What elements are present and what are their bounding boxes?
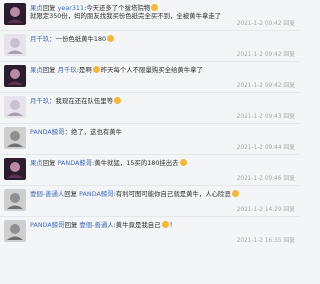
avatar-gray-icon [4, 189, 26, 211]
reply-prefix: 回复 [64, 190, 80, 198]
comment-row: 果贞回复 year311:今天还多了个拔塔院物 就限定350份，妈的朋友找我买份色… [0, 0, 300, 31]
avatar[interactable] [4, 158, 26, 180]
author-link[interactable]: 果贞 [30, 159, 43, 167]
comment-text: 果贞回复 PANDA鲸哥:黄牛就猛，15买的180挂出去 [30, 159, 296, 167]
author-link[interactable]: PANDA鲸哥 [30, 128, 65, 136]
comment-body: :黄牛竟是我自己 [113, 221, 161, 229]
comment-row: 果贞回复 PANDA鲸哥:黄牛就猛，15买的180挂出去 2021-1-2 09… [0, 155, 300, 186]
avatar[interactable] [4, 65, 26, 87]
timestamp-reply[interactable]: 2021-1-2 09:42 回复 [237, 49, 295, 58]
comment-body-cont: ！ [169, 221, 176, 229]
comment-row: 果贞回复 月千玖:是啊 昨天每个人不限量购买全给黄牛拿了 2021-1-2 09:… [0, 62, 300, 93]
timestamp-reply[interactable]: 2021-1-2 16:35 回复 [237, 235, 295, 244]
comment-body: ：一份色纸黄牛180 [49, 35, 107, 43]
comment-text: 壹個-善通人回复 PANDA鲸哥:有利可图可能你自己就是黄牛，人心险恶 [30, 190, 296, 198]
emoji-icon [107, 35, 115, 42]
timestamp-reply[interactable]: 2021-1-2 14:29 回复 [237, 204, 295, 213]
emoji-icon [114, 97, 122, 104]
comment-row: 壹個-善通人回复 PANDA鲸哥:有利可图可能你自己就是黄牛，人心险恶 2021… [0, 186, 300, 217]
timestamp-reply[interactable]: 2021-1-2 09:42 回复 [237, 80, 295, 89]
reply-to-link[interactable]: 壹個-善通人 [79, 221, 113, 229]
comment-list: 果贞回复 year311:今天还多了个拔塔院物 就限定350份，妈的朋友找我买份色… [0, 0, 300, 284]
author-link[interactable]: 果贞 [30, 4, 43, 12]
author-link[interactable]: 月千玖 [30, 97, 49, 105]
avatar[interactable] [4, 189, 26, 211]
avatar[interactable] [4, 34, 26, 56]
emoji-icon [161, 221, 169, 228]
comment-body: ：我现在还在队伍里等 [49, 97, 114, 105]
timestamp-reply[interactable]: 2021-1-2 09:44 回复 [237, 142, 295, 151]
avatar-light-icon [4, 34, 26, 56]
emoji-icon [231, 190, 239, 197]
timestamp-reply[interactable]: 2021-1-2 09:46 回复 [237, 173, 295, 182]
author-link[interactable]: 壹個-善通人 [30, 190, 64, 198]
comment-body-cont: 昨天每个人不限量购买全给黄牛拿了 [100, 66, 203, 74]
comment-text: 果贞回复 月千玖:是啊 昨天每个人不限量购买全给黄牛拿了 [30, 66, 296, 74]
comment-body-cont: 就限定350份，妈的朋友找我买份色纸完全买不到，全被黄牛拿走了 [30, 12, 222, 21]
avatar-dark-icon [4, 3, 26, 25]
reply-to-link[interactable]: 月千玖 [58, 66, 77, 74]
author-link[interactable]: 果贞 [30, 66, 43, 74]
avatar-gray-icon [4, 220, 26, 242]
comment-body: :今天还多了个拔塔院物 [84, 4, 151, 12]
comment-text: PANDA鲸哥：绝了，这也有黄牛 [30, 128, 296, 136]
reply-prefix: 回复 [64, 221, 80, 229]
comment-row: PANDA鲸哥回复 壹個-善通人:黄牛竟是我自己 ！ 2021-1-2 16:35… [0, 217, 300, 247]
avatar[interactable] [4, 220, 26, 242]
avatar-dark-icon [4, 65, 26, 87]
emoji-icon [92, 66, 100, 73]
reply-prefix: 回复 [42, 66, 58, 74]
avatar-dark-icon [4, 158, 26, 180]
avatar[interactable] [4, 96, 26, 118]
comment-text: 月千玖：我现在还在队伍里等 [30, 97, 296, 105]
avatar-gray-icon [4, 127, 26, 149]
comment-text: 月千玖：一份色纸黄牛180 [30, 35, 296, 43]
reply-prefix: 回复 [42, 4, 58, 12]
reply-to-link[interactable]: year311 [58, 4, 84, 12]
comment-row: PANDA鲸哥：绝了，这也有黄牛 2021-1-2 09:44 回复 [0, 124, 300, 155]
comment-body: :黄牛就猛，15买的180挂出去 [92, 159, 179, 167]
author-link[interactable]: PANDA鲸哥 [30, 221, 65, 229]
reply-prefix: 回复 [42, 159, 58, 167]
author-link[interactable]: 月千玖 [30, 35, 49, 43]
comment-text: PANDA鲸哥回复 壹個-善通人:黄牛竟是我自己 ！ [30, 221, 296, 229]
timestamp-reply[interactable]: 2021-1-2 09:42 回复 [237, 18, 295, 27]
comment-body: :有利可图可能你自己就是黄牛，人心险恶 [113, 190, 231, 198]
comment-row: 月千玖：一份色纸黄牛180 2021-1-2 09:42 回复 [0, 31, 300, 62]
comment-body: ：绝了，这也有黄牛 [64, 128, 123, 136]
comment-body: :是啊 [76, 66, 92, 74]
reply-to-link[interactable]: PANDA鲸哥 [58, 159, 93, 167]
emoji-icon [179, 159, 187, 166]
emoji-icon [151, 4, 159, 11]
reply-to-link[interactable]: PANDA鲸哥 [79, 190, 114, 198]
avatar[interactable] [4, 3, 26, 25]
avatar-light-icon [4, 96, 26, 118]
comment-row: 月千玖：我现在还在队伍里等 2021-1-2 09:43 回复 [0, 93, 300, 124]
avatar[interactable] [4, 127, 26, 149]
timestamp-reply[interactable]: 2021-1-2 09:43 回复 [237, 111, 295, 120]
